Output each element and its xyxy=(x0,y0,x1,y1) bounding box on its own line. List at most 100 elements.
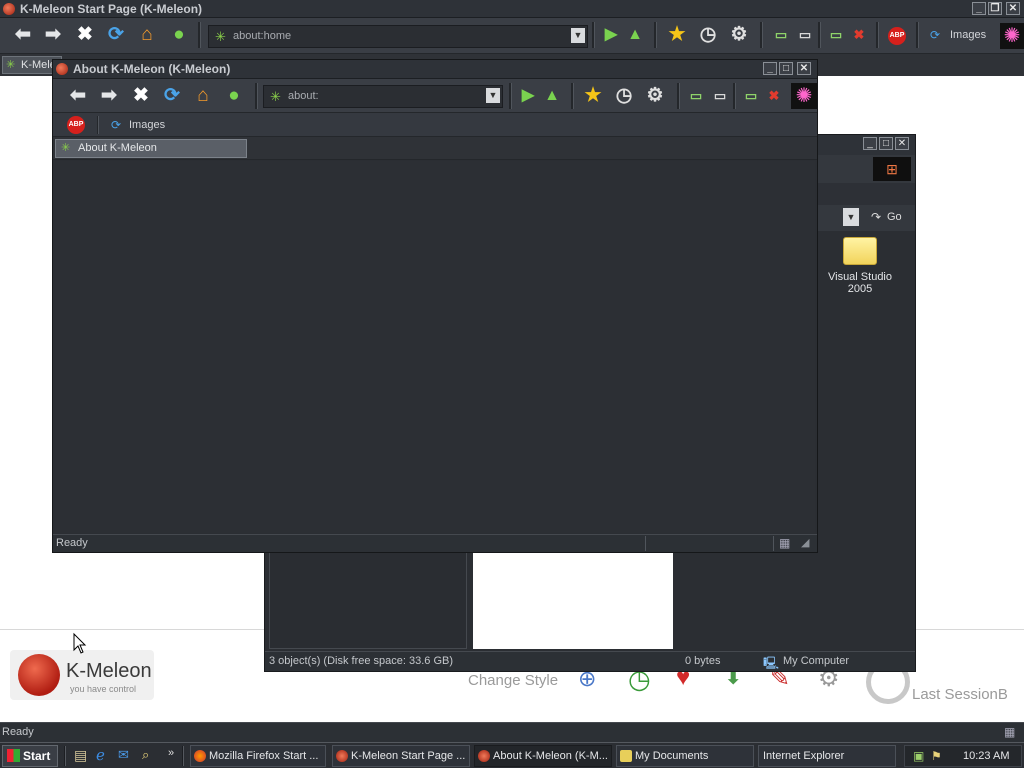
window-icon-2[interactable]: ▭ xyxy=(792,23,818,47)
network-icon[interactable]: ▣ xyxy=(913,749,924,763)
firefox-icon xyxy=(194,750,206,762)
forward-icon[interactable]: ➡ xyxy=(96,84,122,108)
bookmarks-star-icon[interactable]: ★ xyxy=(664,23,690,47)
reload-icon[interactable]: ⟳ xyxy=(159,84,185,108)
kmeleon-icon xyxy=(336,750,348,762)
mouse-pointer-icon xyxy=(73,632,87,654)
status-sidebar-icon: ▦ xyxy=(779,536,791,550)
explorer-close-button[interactable]: ✕ xyxy=(895,137,909,150)
about-close-button[interactable]: ✕ xyxy=(797,62,811,75)
go-arrow-icon[interactable]: ↷ xyxy=(871,210,881,224)
images-button[interactable]: Images xyxy=(950,29,986,41)
resize-grip-icon[interactable]: ◢ xyxy=(801,536,809,549)
images-refresh-icon: ⟳ xyxy=(930,28,941,42)
about-content xyxy=(55,161,815,533)
toolbar-separator xyxy=(509,83,512,109)
go-button[interactable]: Go xyxy=(887,211,902,223)
back-icon[interactable]: ⬅ xyxy=(65,84,91,108)
globe-icon[interactable]: ● xyxy=(166,23,192,47)
taskbar-task-label: About K-Meleon (K-M... xyxy=(493,750,608,762)
toolbar-separator xyxy=(818,22,821,48)
main-url-text: about:home xyxy=(233,30,292,42)
close-window-icon[interactable]: ✖ xyxy=(846,23,872,47)
home-icon[interactable]: ⌂ xyxy=(190,84,216,108)
main-status-text: Ready xyxy=(2,726,34,738)
toolbar-separator xyxy=(255,83,258,109)
security-icon[interactable]: ⚑ xyxy=(931,749,942,763)
main-titlebar: K-Meleon Start Page (K-Meleon) _ ❐ ✕ xyxy=(0,0,1024,18)
ie-icon[interactable]: ℯ xyxy=(96,746,105,764)
quicklaunch-separator xyxy=(64,746,66,766)
window-icon-1[interactable]: ▭ xyxy=(683,84,709,108)
taskbar-task-firefox[interactable]: Mozilla Firefox Start ... xyxy=(190,745,326,767)
taskbar-task-kmeleon-start[interactable]: K-Meleon Start Page ... xyxy=(332,745,470,767)
folder-label[interactable]: Visual Studio 2005 xyxy=(825,271,895,295)
show-desktop-icon[interactable]: ▤ xyxy=(74,747,87,764)
taskbar-task-label: K-Meleon Start Page ... xyxy=(351,750,466,762)
up-arrow-icon[interactable]: ▲ xyxy=(622,23,648,47)
status-panel xyxy=(645,536,646,551)
home-icon[interactable]: ⌂ xyxy=(134,23,160,47)
explorer-minimize-button[interactable]: _ xyxy=(863,137,877,150)
toolbar-separator xyxy=(198,22,201,48)
settings-gear-icon[interactable]: ⚙ xyxy=(726,23,752,47)
taskbar-task-about-kmeleon[interactable]: About K-Meleon (K-M... xyxy=(474,745,612,767)
window-icon-2[interactable]: ▭ xyxy=(707,84,733,108)
start-button[interactable]: Start xyxy=(2,745,58,767)
change-style-link[interactable]: Change Style xyxy=(468,672,558,689)
main-url-bar[interactable]: ✳ about:home ▼ xyxy=(208,25,588,48)
settings-gear-icon[interactable]: ⚙ xyxy=(642,84,668,108)
close-window-icon[interactable]: ✖ xyxy=(761,84,787,108)
minimize-button[interactable]: _ xyxy=(972,2,986,15)
about-url-bar[interactable]: ✳ about: ▼ xyxy=(263,85,503,108)
window-icon-1[interactable]: ▭ xyxy=(768,23,794,47)
restore-button[interactable]: ❐ xyxy=(988,2,1002,15)
search-icon[interactable]: ⌕ xyxy=(142,747,149,763)
history-clock-icon[interactable]: ◷ xyxy=(695,23,721,47)
about-maximize-button[interactable]: □ xyxy=(779,62,793,75)
status-sidebar-icon: ▦ xyxy=(1004,725,1016,739)
stop-icon[interactable]: ✖ xyxy=(128,84,154,108)
about-statusbar: Ready ▦ ◢ xyxy=(53,534,817,552)
images-button[interactable]: Images xyxy=(129,119,165,131)
taskbar-task-label: My Documents xyxy=(635,750,709,762)
last-session-link[interactable]: Last SessionB xyxy=(912,686,1008,703)
loading-icon: ✳ xyxy=(6,59,16,71)
explorer-maximize-button[interactable]: □ xyxy=(879,137,893,150)
loading-icon: ✳ xyxy=(61,142,71,154)
windows-logo-icon: ⊞ xyxy=(873,157,911,181)
loading-icon: ✳ xyxy=(270,89,281,104)
reload-icon[interactable]: ⟳ xyxy=(103,23,129,47)
kmeleon-logo[interactable]: K-Meleon you have control xyxy=(10,650,154,700)
close-button[interactable]: ✕ xyxy=(1006,2,1020,15)
taskbar-task-my-documents[interactable]: My Documents xyxy=(616,745,754,767)
forward-icon[interactable]: ➡ xyxy=(40,23,66,47)
globe-icon[interactable]: ● xyxy=(221,84,247,108)
folder-icon xyxy=(620,750,632,762)
about-tab[interactable]: ✳ About K-Meleon xyxy=(55,139,247,158)
clock-text: 10:23 AM xyxy=(963,750,1010,762)
adblock-icon[interactable]: ABP xyxy=(888,27,906,45)
up-arrow-icon[interactable]: ▲ xyxy=(539,84,565,108)
taskbar-task-internet-explorer[interactable]: Internet Explorer xyxy=(758,745,896,767)
outlook-icon[interactable]: ✉ xyxy=(118,747,129,763)
toolbar-separator xyxy=(916,22,919,48)
about-minimize-button[interactable]: _ xyxy=(763,62,777,75)
quicklaunch-more-icon[interactable]: » xyxy=(168,747,174,759)
url-dropdown-icon[interactable]: ▼ xyxy=(571,28,585,43)
stop-icon[interactable]: ✖ xyxy=(72,23,98,47)
my-computer-icon: 🖳 xyxy=(763,656,780,670)
go-arrow-icon[interactable]: ▶ xyxy=(598,23,624,47)
url-dropdown-icon[interactable]: ▼ xyxy=(486,88,500,103)
back-icon[interactable]: ⬅ xyxy=(10,23,36,47)
history-clock-icon[interactable]: ◷ xyxy=(611,84,637,108)
images-refresh-icon: ⟳ xyxy=(111,118,122,132)
adblock-icon[interactable]: ABP xyxy=(67,116,85,134)
kmeleon-icon xyxy=(478,750,490,762)
bookmarks-star-icon[interactable]: ★ xyxy=(580,84,606,108)
toolbar-separator xyxy=(677,83,680,109)
address-dropdown-icon[interactable]: ▼ xyxy=(843,208,859,226)
folder-icon[interactable] xyxy=(843,237,877,265)
throbber-icon: ✺ xyxy=(791,83,817,109)
go-arrow-icon[interactable]: ▶ xyxy=(515,84,541,108)
